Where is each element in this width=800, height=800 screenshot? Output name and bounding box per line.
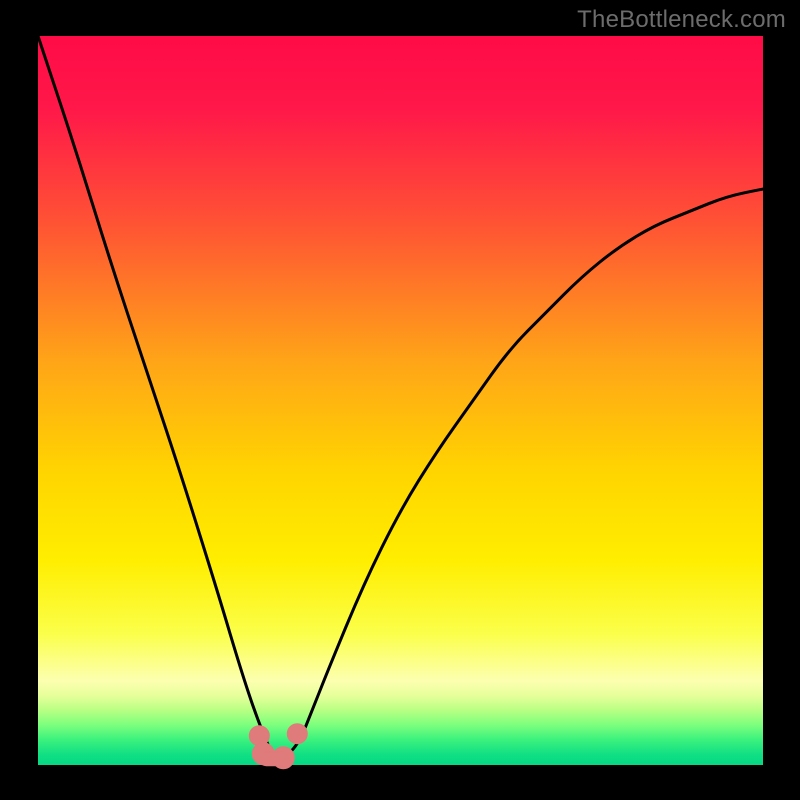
watermark-text: TheBottleneck.com — [577, 6, 786, 34]
chart-svg — [0, 0, 800, 800]
chart-stage: { "watermark": "TheBottleneck.com", "col… — [0, 0, 800, 800]
plot-area — [38, 36, 763, 765]
